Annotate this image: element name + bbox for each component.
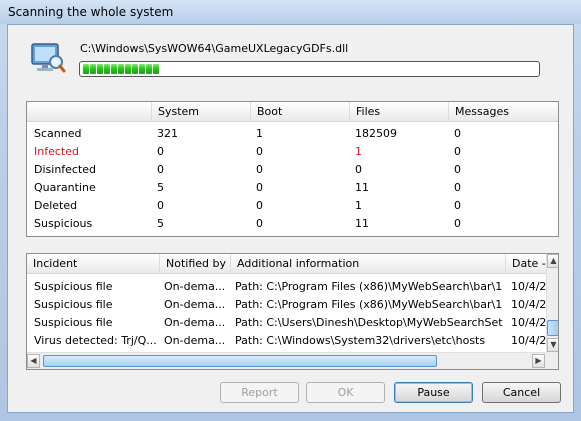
incident-name: Virus detected: Trj/Q... (34, 334, 156, 347)
dialog-client-area: C:\Windows\SysWOW64\GameUXLegacyGDFs.dll… (7, 24, 574, 413)
column-header-date[interactable]: Date - (505, 254, 546, 274)
stat-boot: 1 (256, 127, 263, 140)
column-header-boot[interactable]: Boot (250, 102, 349, 122)
stat-system: 0 (157, 163, 164, 176)
horizontal-scrollbar[interactable]: ◀ ▶ (27, 352, 546, 369)
incident-info: Path: C:\Users\Dinesh\Desktop\MyWebSearc… (235, 316, 503, 329)
stat-label: Deleted (34, 199, 78, 212)
stat-files: 11 (355, 181, 369, 194)
stat-files: 182509 (355, 127, 397, 140)
stat-label: Disinfected (34, 163, 97, 176)
chevron-right-icon[interactable]: ▶ (532, 354, 545, 368)
column-header-messages[interactable]: Messages (448, 102, 560, 122)
incident-date: 10/4/20 (511, 280, 546, 293)
column-header-additional-info[interactable]: Additional information (230, 254, 505, 274)
stat-system: 321 (157, 127, 178, 140)
stat-messages: 0 (454, 163, 461, 176)
chevron-down-icon[interactable]: ▼ (547, 338, 558, 352)
chevron-up-icon[interactable]: ▲ (547, 254, 558, 268)
incident-notified-by: On-dema... (164, 298, 226, 311)
scan-progress-bar (79, 61, 540, 77)
stat-messages: 0 (454, 127, 461, 140)
stat-boot: 0 (256, 163, 263, 176)
stat-messages: 0 (454, 181, 461, 194)
current-file-path: C:\Windows\SysWOW64\GameUXLegacyGDFs.dll (80, 42, 349, 55)
column-header-incident[interactable]: Incident (27, 254, 159, 274)
stat-messages: 0 (454, 217, 461, 230)
incident-notified-by: On-dema... (164, 280, 226, 293)
stat-files: 1 (355, 199, 362, 212)
cancel-button[interactable]: Cancel (482, 382, 561, 403)
stat-files: 11 (355, 217, 369, 230)
incident-row[interactable]: Virus detected: Trj/Q... On-dema... Path… (27, 332, 546, 350)
incident-date: 10/4/20 (511, 298, 546, 311)
stat-system: 0 (157, 145, 164, 158)
report-button[interactable]: Report (220, 382, 299, 403)
stat-row-disinfected: Disinfected 0 0 0 0 (27, 161, 558, 179)
stat-messages: 0 (454, 199, 461, 212)
stat-row-quarantine: Quarantine 5 0 11 0 (27, 179, 558, 197)
incident-row[interactable]: Suspicious file On-dema... Path: C:\Prog… (27, 296, 546, 314)
stat-row-scanned: Scanned 321 1 182509 0 (27, 125, 558, 143)
monitor-scan-icon (31, 43, 66, 73)
incidents-header: Incident Notified by Additional informat… (27, 254, 546, 274)
incident-date: 10/4/20 (511, 316, 546, 329)
stat-files: 0 (355, 163, 362, 176)
chevron-left-icon[interactable]: ◀ (27, 354, 40, 368)
incident-name: Suspicious file (34, 280, 113, 293)
statistics-header: System Boot Files Messages (27, 102, 558, 122)
horizontal-scroll-thumb[interactable] (43, 355, 437, 367)
incident-info: Path: C:\Windows\System32\drivers\etc\ho… (235, 334, 486, 347)
incident-info: Path: C:\Program Files (x86)\MyWebSearch… (235, 280, 503, 293)
stat-row-deleted: Deleted 0 0 1 0 (27, 197, 558, 215)
incident-notified-by: On-dema... (164, 316, 226, 329)
stat-boot: 0 (256, 181, 263, 194)
column-header-system[interactable]: System (151, 102, 250, 122)
incident-date: 10/4/20 (511, 334, 546, 347)
incidents-list[interactable]: Incident Notified by Additional informat… (26, 253, 559, 370)
stat-label: Scanned (34, 127, 82, 140)
stat-boot: 0 (256, 145, 263, 158)
stat-row-infected: Infected 0 0 1 0 (27, 143, 558, 161)
window-title: Scanning the whole system (8, 5, 174, 19)
stat-system: 5 (157, 181, 164, 194)
vertical-scrollbar[interactable]: ▲ ▼ (546, 254, 558, 352)
stat-label: Suspicious (34, 217, 93, 230)
pause-button[interactable]: Pause (394, 382, 473, 403)
title-bar: Scanning the whole system (0, 0, 581, 24)
incident-notified-by: On-dema... (164, 334, 226, 347)
stat-system: 5 (157, 217, 164, 230)
column-header-notified-by[interactable]: Notified by (159, 254, 230, 274)
stat-files: 1 (355, 145, 362, 158)
stat-row-suspicious: Suspicious 5 0 11 0 (27, 215, 558, 233)
stat-boot: 0 (256, 199, 263, 212)
incident-info: Path: C:\Program Files (x86)\MyWebSearch… (235, 298, 503, 311)
stat-messages: 0 (454, 145, 461, 158)
incident-name: Suspicious file (34, 316, 113, 329)
stat-label: Quarantine (34, 181, 96, 194)
stat-label: Infected (34, 145, 79, 158)
scrollbar-corner (546, 352, 558, 369)
stat-boot: 0 (256, 217, 263, 230)
column-header-files[interactable]: Files (349, 102, 448, 122)
vertical-scroll-thumb[interactable] (547, 320, 558, 336)
stat-system: 0 (157, 199, 164, 212)
incident-row[interactable]: Suspicious file On-dema... Path: C:\User… (27, 314, 546, 332)
scan-statistics-table: System Boot Files Messages Scanned 321 1… (26, 101, 559, 237)
incident-name: Suspicious file (34, 298, 113, 311)
ok-button[interactable]: OK (306, 382, 385, 403)
incident-row[interactable]: Suspicious file On-dema... Path: C:\Prog… (27, 278, 546, 296)
